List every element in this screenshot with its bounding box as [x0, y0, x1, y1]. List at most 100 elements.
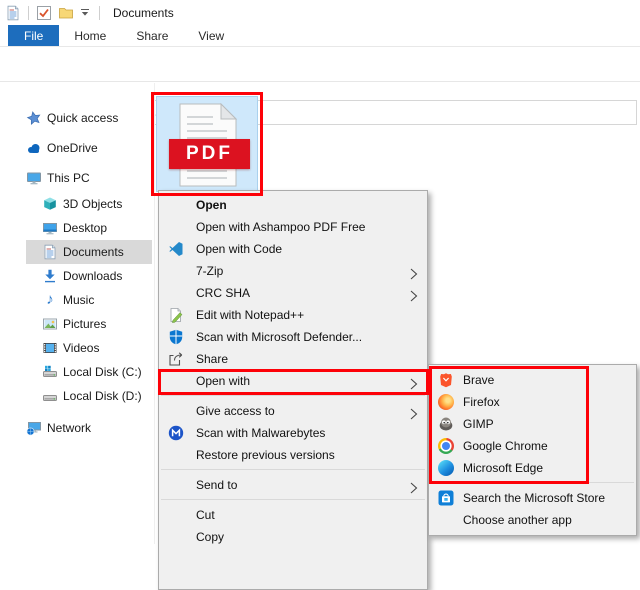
- sidebar-item-label: Network: [47, 421, 92, 435]
- ribbon-tab-strip: File Home Share View: [0, 25, 640, 47]
- sidebar-item-label: Documents: [63, 245, 124, 259]
- network-icon: [26, 420, 42, 436]
- menu-item-scan-with-malwarebytes[interactable]: Scan with Malwarebytes: [159, 422, 427, 444]
- sidebar-item-label: OneDrive: [47, 141, 98, 155]
- tab-home[interactable]: Home: [59, 25, 121, 46]
- edge-icon: [438, 460, 454, 476]
- menu-item-open-with-code[interactable]: Open with Code: [159, 238, 427, 260]
- menu-item-label: Open with Ashampoo PDF Free: [196, 220, 366, 234]
- this-pc-monitor-icon: [26, 170, 42, 186]
- qat-new-folder-button[interactable]: [58, 5, 74, 21]
- divider: [99, 5, 100, 20]
- menu-item-open[interactable]: Open: [159, 194, 427, 216]
- submenu-item-label: Choose another app: [463, 513, 572, 527]
- submenu-item-label: Search the Microsoft Store: [463, 491, 606, 505]
- chrome-icon: [438, 438, 454, 454]
- header-divider: [0, 81, 640, 82]
- gimp-icon: [438, 416, 454, 432]
- document-icon: [42, 244, 58, 260]
- sidebar-item-label: Quick access: [47, 111, 119, 125]
- menu-item-edit-with-notepadpp[interactable]: Edit with Notepad++: [159, 304, 427, 326]
- sidebar-item-label: Desktop: [63, 221, 108, 235]
- submenu-item-label: Microsoft Edge: [463, 461, 544, 475]
- menu-item-label: Copy: [196, 530, 225, 544]
- menu-item-label: Give access to: [196, 404, 275, 418]
- cube-icon: [42, 196, 58, 212]
- qat-properties-button[interactable]: [36, 5, 52, 21]
- menu-item-label: Scan with Malwarebytes: [196, 426, 326, 440]
- menu-item-send-to[interactable]: Send to: [159, 474, 427, 496]
- explorer-window-icon: [5, 5, 21, 21]
- sidebar-item-local-disk-d[interactable]: Local Disk (D:): [26, 384, 152, 408]
- menu-separator: [161, 395, 425, 396]
- sidebar-item-videos[interactable]: Videos: [26, 336, 152, 360]
- submenu-item-label: Google Chrome: [463, 439, 548, 453]
- menu-item-label: Open with: [196, 374, 251, 388]
- picture-icon: [42, 316, 58, 332]
- sidebar-item-downloads[interactable]: Downloads: [26, 264, 152, 288]
- tab-share[interactable]: Share: [121, 25, 183, 46]
- tab-view[interactable]: View: [183, 25, 239, 46]
- sidebar-item-local-disk-c[interactable]: Local Disk (C:): [26, 360, 152, 384]
- submenu-item-gimp[interactable]: GIMP: [429, 413, 636, 435]
- defender-shield-icon: [168, 329, 184, 345]
- menu-item-label: CRC SHA: [196, 286, 251, 300]
- submenu-arrow-icon: [410, 479, 418, 501]
- submenu-item-firefox[interactable]: Firefox: [429, 391, 636, 413]
- context-menu: Open Open with Ashampoo PDF Free Open wi…: [158, 190, 428, 590]
- menu-item-restore-previous-versions[interactable]: Restore previous versions: [159, 444, 427, 466]
- menu-item-open-with[interactable]: Open with: [159, 370, 427, 392]
- qat-customize-dropdown[interactable]: [80, 8, 90, 17]
- menu-item-copy[interactable]: Copy: [159, 526, 427, 548]
- menu-item-label: Scan with Microsoft Defender...: [196, 330, 363, 344]
- onedrive-cloud-icon: [26, 140, 42, 156]
- menu-item-7zip[interactable]: 7-Zip: [159, 260, 427, 282]
- menu-item-share[interactable]: Share: [159, 348, 427, 370]
- sidebar-item-onedrive[interactable]: OneDrive: [26, 136, 152, 160]
- submenu-item-label: GIMP: [463, 417, 494, 431]
- sidebar-item-label: Local Disk (C:): [63, 365, 142, 379]
- sidebar-item-label: 3D Objects: [63, 197, 123, 211]
- menu-item-crc-sha[interactable]: CRC SHA: [159, 282, 427, 304]
- menu-item-give-access-to[interactable]: Give access to: [159, 400, 427, 422]
- menu-item-label: Open: [196, 198, 227, 212]
- menu-item-label: Open with Code: [196, 242, 283, 256]
- menu-item-cut[interactable]: Cut: [159, 504, 427, 526]
- film-icon: [42, 340, 58, 356]
- sidebar-item-network[interactable]: Network: [26, 416, 152, 440]
- menu-item-open-with-ashampoo[interactable]: Open with Ashampoo PDF Free: [159, 216, 427, 238]
- music-note-icon: ♪: [46, 291, 54, 308]
- submenu-item-google-chrome[interactable]: Google Chrome: [429, 435, 636, 457]
- sidebar-item-label: Local Disk (D:): [63, 389, 142, 403]
- submenu-item-search-microsoft-store[interactable]: Search the Microsoft Store: [429, 487, 636, 509]
- submenu-item-brave[interactable]: Brave: [429, 369, 636, 391]
- sidebar-item-label: Videos: [63, 341, 100, 355]
- submenu-arrow-icon: [410, 375, 418, 397]
- vscode-icon: [168, 241, 184, 257]
- sidebar-item-music[interactable]: ♪ Music: [26, 288, 152, 312]
- pane-divider: [154, 83, 155, 544]
- pdf-file-tile[interactable]: PDF: [156, 96, 258, 192]
- sidebar-item-pictures[interactable]: Pictures: [26, 312, 152, 336]
- sidebar-item-3d-objects[interactable]: 3D Objects: [26, 192, 152, 216]
- divider: [28, 5, 29, 20]
- notepadpp-icon: [168, 307, 184, 323]
- sidebar-item-this-pc[interactable]: This PC: [26, 166, 152, 190]
- submenu-item-choose-another-app[interactable]: Choose another app: [429, 509, 636, 531]
- quick-access-star-icon: [26, 110, 42, 126]
- microsoft-store-icon: [438, 490, 454, 506]
- tab-file[interactable]: File: [8, 25, 60, 46]
- title-bar: Documents: [0, 0, 640, 25]
- firefox-icon: [438, 394, 454, 410]
- sidebar-item-quick-access[interactable]: Quick access: [26, 106, 152, 130]
- menu-separator: [161, 499, 425, 500]
- sidebar-item-documents[interactable]: Documents: [26, 240, 152, 264]
- sidebar-item-desktop[interactable]: Desktop: [26, 216, 152, 240]
- submenu-item-label: Firefox: [463, 395, 500, 409]
- menu-item-scan-with-defender[interactable]: Scan with Microsoft Defender...: [159, 326, 427, 348]
- drive-icon: [42, 388, 58, 404]
- sidebar-item-label: Pictures: [63, 317, 107, 331]
- open-with-submenu: Brave Firefox GIMP Google Chrome Microso…: [428, 364, 637, 536]
- submenu-item-microsoft-edge[interactable]: Microsoft Edge: [429, 457, 636, 479]
- download-arrow-icon: [42, 268, 58, 284]
